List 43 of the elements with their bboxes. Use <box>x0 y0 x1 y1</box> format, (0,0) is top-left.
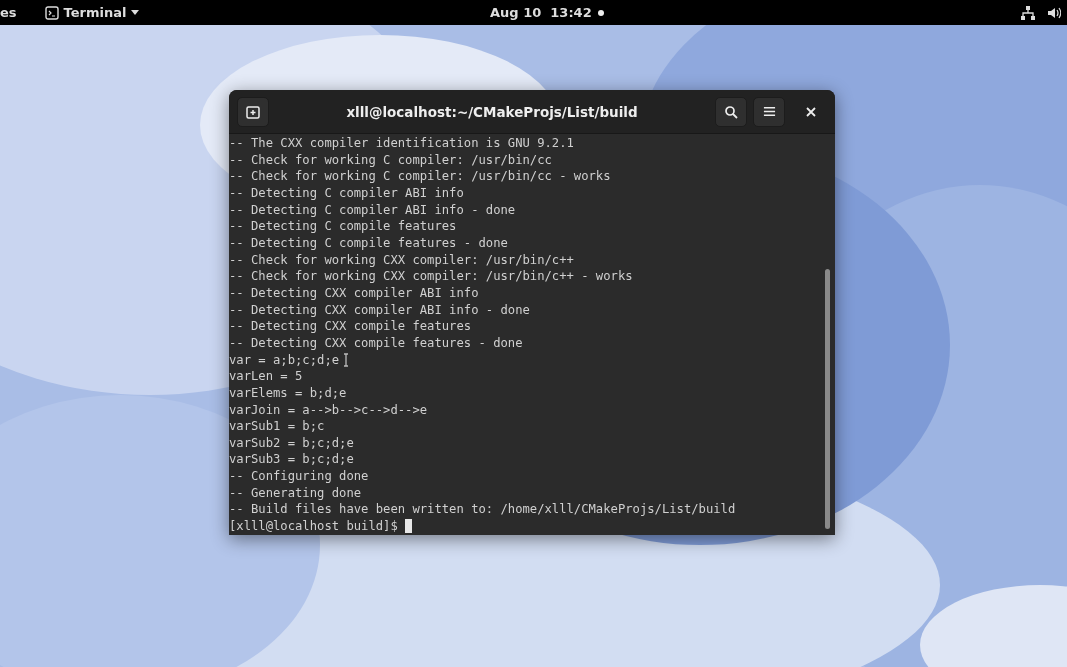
terminal-output-line: varJoin = a-->b-->c-->d-->e <box>229 401 428 419</box>
terminal-output-line: varLen = 5 <box>229 368 303 385</box>
new-tab-icon <box>246 104 260 119</box>
terminal-output-line: varSub1 = b;c <box>229 418 325 435</box>
terminal-output-line: -- Build files have been written to: /home/xlll/CMakeProjs/List/build <box>229 501 736 519</box>
terminal-output-line: -- Detecting CXX compiler ABI info <box>229 284 479 302</box>
terminal-output-line: -- The CXX compiler identification is GNU 9.2.1 <box>229 135 574 152</box>
menu-button[interactable] <box>753 96 785 127</box>
caret-icon <box>131 10 140 15</box>
terminal-output-line: var = a;b;c;d;e <box>229 351 340 369</box>
activities-button[interactable]: es <box>0 5 21 20</box>
terminal-output-line: -- Detecting C compile features - done <box>229 234 508 252</box>
notification-dot-icon <box>597 9 604 16</box>
terminal-output-line: -- Check for working C compiler: /usr/bin/cc <box>229 151 552 169</box>
menu-icon <box>762 105 776 118</box>
terminal-output-line: varSub3 = b;c;d;e <box>229 451 354 469</box>
network-icon[interactable] <box>1021 5 1035 20</box>
terminal-output-line: varSub2 = b;c;d;e <box>229 434 354 452</box>
terminal-output-line: -- Detecting CXX compiler ABI info - done <box>229 301 530 319</box>
terminal-output-line: -- Generating done <box>229 484 362 502</box>
terminal-icon <box>44 5 59 20</box>
search-button[interactable] <box>715 96 747 127</box>
terminal-output-line: -- Check for working C compiler: /usr/bin/cc - works <box>229 168 611 185</box>
terminal-output-line: -- Detecting C compiler ABI info - done <box>229 201 516 219</box>
terminal-output-line: -- Detecting CXX compile features <box>229 318 472 335</box>
terminal-output-line: -- Detecting CXX compile features - done <box>229 334 523 352</box>
app-menu[interactable]: Terminal <box>44 5 140 20</box>
shell-prompt: [xlll@localhost build]$ <box>229 518 398 535</box>
new-tab-button[interactable] <box>237 96 269 127</box>
terminal-output-line: -- Detecting C compiler ABI info <box>229 184 464 202</box>
scrollbar-thumb[interactable] <box>825 269 830 529</box>
search-icon <box>724 104 738 119</box>
terminal-output-line: -- Configuring done <box>229 468 369 485</box>
close-icon <box>806 106 816 117</box>
terminal-output-line: -- Check for working CXX compiler: /usr/bin/c++ <box>229 251 574 269</box>
terminal-output-line: -- Detecting C compile features <box>229 218 457 235</box>
terminal-output-line: varElems = b;d;e <box>229 384 347 402</box>
window-title: xlll@localhost:~/CMakeProjs/List/build <box>345 103 639 120</box>
block-cursor <box>404 519 412 534</box>
clock[interactable]: Aug 10 13:42 <box>490 5 592 20</box>
terminal-output-line: -- Check for working CXX compiler: /usr/bin/c++ - works <box>229 268 633 285</box>
volume-icon[interactable] <box>1047 5 1061 20</box>
text-cursor-icon <box>343 353 349 367</box>
